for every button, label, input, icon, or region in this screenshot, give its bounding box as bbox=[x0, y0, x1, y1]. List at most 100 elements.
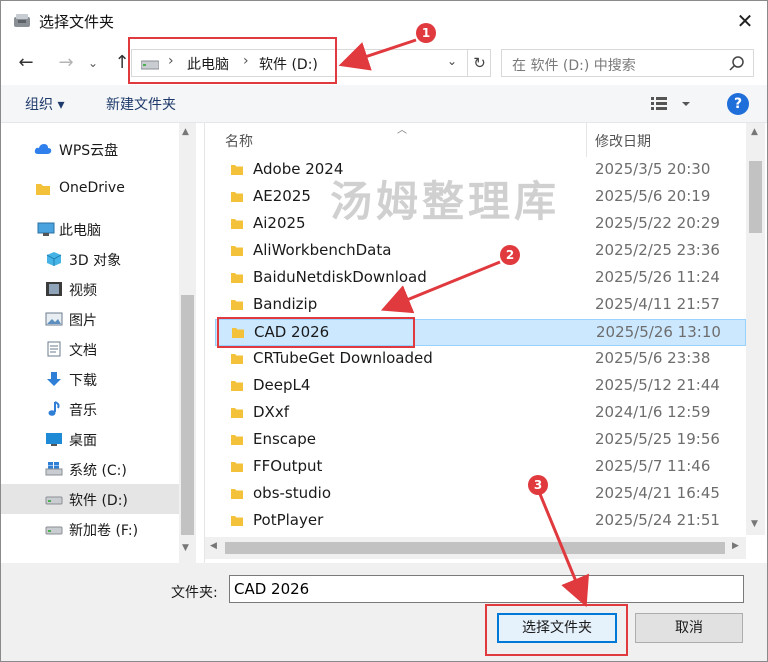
sidebar-item-documents[interactable]: 文档 bbox=[1, 334, 179, 364]
scroll-down-icon[interactable]: ▼ bbox=[182, 543, 189, 553]
file-date: 2025/5/7 11:46 bbox=[595, 457, 711, 475]
file-name: DeepL4 bbox=[253, 376, 311, 394]
file-name: BaiduNetdiskDownload bbox=[253, 268, 427, 286]
scroll-left-icon[interactable]: ◀ bbox=[210, 541, 217, 551]
file-row[interactable]: Enscape 2025/5/25 19:56 bbox=[215, 427, 746, 454]
sidebar-item-onedrive[interactable]: OneDrive bbox=[1, 174, 179, 204]
folder-name-input[interactable] bbox=[229, 575, 744, 603]
computer-icon bbox=[37, 222, 55, 236]
scroll-up-icon[interactable]: ▲ bbox=[751, 127, 758, 137]
file-row[interactable]: obs-studio 2025/4/21 16:45 bbox=[215, 481, 746, 508]
sidebar-item-label: 此电脑 bbox=[59, 223, 101, 239]
annotation-box-selected-folder bbox=[217, 317, 415, 348]
download-icon bbox=[47, 372, 61, 386]
scroll-down-icon[interactable]: ▼ bbox=[751, 519, 758, 529]
drive-icon bbox=[45, 496, 63, 505]
sidebar-item-3d-objects[interactable]: 3D 对象 bbox=[1, 244, 179, 274]
toolbar: 组织 ▾ 新建文件夹 ? bbox=[1, 85, 767, 123]
scroll-up-icon[interactable]: ▲ bbox=[182, 127, 189, 137]
sidebar-item-label: 3D 对象 bbox=[69, 253, 122, 269]
sidebar-item-pictures[interactable]: 图片 bbox=[1, 304, 179, 334]
column-date-header[interactable]: 修改日期 bbox=[595, 131, 651, 151]
file-name: PotPlayer bbox=[253, 511, 324, 529]
desktop-icon bbox=[46, 433, 62, 446]
dialog-footer: 文件夹: 选择文件夹 取消 bbox=[1, 563, 767, 661]
file-name: obs-studio bbox=[253, 484, 331, 502]
sort-up-icon: ︿ bbox=[397, 125, 407, 136]
file-name: Enscape bbox=[253, 430, 316, 448]
document-icon bbox=[47, 341, 61, 357]
close-button[interactable]: ✕ bbox=[729, 7, 761, 35]
file-row[interactable]: FFOutput 2025/5/7 11:46 bbox=[215, 454, 746, 481]
cube-icon bbox=[46, 252, 62, 266]
windows-drive-icon bbox=[45, 462, 63, 476]
sidebar-item-this-pc[interactable]: 此电脑 bbox=[1, 214, 179, 244]
sidebar-item-label: 系统 (C:) bbox=[69, 463, 127, 479]
sidebar-item-desktop[interactable]: 桌面 bbox=[1, 424, 179, 454]
file-date: 2025/3/5 20:30 bbox=[595, 160, 711, 178]
folder-icon bbox=[231, 489, 243, 499]
back-button[interactable]: ← bbox=[13, 49, 39, 77]
file-row[interactable]: DXxf 2024/1/6 12:59 bbox=[215, 400, 746, 427]
sidebar-item-drive-f[interactable]: 新加卷 (F:) bbox=[1, 514, 179, 544]
file-date: 2025/5/22 20:29 bbox=[595, 214, 720, 232]
column-divider[interactable] bbox=[586, 123, 587, 157]
file-date: 2025/5/24 21:51 bbox=[595, 511, 720, 529]
new-folder-button[interactable]: 新建文件夹 bbox=[106, 94, 176, 114]
file-date: 2025/5/26 11:24 bbox=[595, 268, 720, 286]
title-bar: 选择文件夹 ✕ bbox=[1, 1, 767, 41]
file-row[interactable]: Bandizip 2025/4/11 21:57 bbox=[215, 292, 746, 319]
folder-icon bbox=[231, 300, 243, 310]
scrollbar-thumb[interactable] bbox=[181, 295, 194, 535]
file-row[interactable]: CRTubeGet Downloaded 2025/5/6 23:38 bbox=[215, 346, 746, 373]
video-icon bbox=[46, 282, 62, 296]
sidebar-item-label: 文档 bbox=[69, 343, 97, 359]
file-row[interactable]: PotPlayer 2025/5/24 21:51 bbox=[215, 508, 746, 535]
file-date: 2025/4/11 21:57 bbox=[595, 295, 720, 313]
file-name: Ai2025 bbox=[253, 214, 306, 232]
sidebar-item-music[interactable]: 音乐 bbox=[1, 394, 179, 424]
help-button[interactable]: ? bbox=[727, 93, 749, 115]
column-name-header[interactable]: 名称 bbox=[225, 131, 253, 151]
organize-button[interactable]: 组织 ▾ bbox=[25, 94, 64, 114]
sidebar-item-label: 视频 bbox=[69, 283, 97, 299]
file-list-vertical-scrollbar[interactable]: ▲ ▼ bbox=[746, 123, 765, 535]
file-list-horizontal-scrollbar[interactable]: ◀ ▶ bbox=[205, 537, 746, 559]
folder-icon bbox=[231, 381, 243, 391]
file-date: 2025/5/6 20:19 bbox=[595, 187, 711, 205]
folder-icon bbox=[231, 516, 243, 526]
folder-icon bbox=[231, 219, 243, 229]
sidebar-item-wps-cloud[interactable]: WPS云盘 bbox=[1, 134, 179, 164]
file-name: FFOutput bbox=[253, 457, 323, 475]
window-title: 选择文件夹 bbox=[39, 13, 115, 31]
sidebar-item-label: 新加卷 (F:) bbox=[69, 523, 139, 539]
sidebar-item-downloads[interactable]: 下载 bbox=[1, 364, 179, 394]
column-header: ︿ 名称 修改日期 bbox=[205, 123, 745, 157]
scrollbar-thumb[interactable] bbox=[749, 161, 762, 233]
scrollbar-thumb[interactable] bbox=[225, 542, 725, 554]
sidebar-item-drive-c[interactable]: 系统 (C:) bbox=[1, 454, 179, 484]
folder-field-label: 文件夹: bbox=[171, 585, 218, 601]
sidebar-scrollbar[interactable]: ▲ ▼ bbox=[179, 123, 196, 563]
file-row[interactable]: DeepL4 2025/5/12 21:44 bbox=[215, 373, 746, 400]
sidebar-item-drive-d[interactable]: 软件 (D:) bbox=[1, 484, 179, 514]
watermark: 汤姆整理库 bbox=[330, 177, 561, 226]
file-row[interactable]: AliWorkbenchData 2025/2/25 23:36 bbox=[215, 238, 746, 265]
sidebar-item-label: 图片 bbox=[69, 313, 97, 329]
sidebar-item-label: 软件 (D:) bbox=[69, 493, 128, 509]
sidebar-item-label: WPS云盘 bbox=[59, 143, 119, 159]
forward-button[interactable]: → bbox=[53, 49, 79, 77]
cancel-button[interactable]: 取消 bbox=[635, 613, 743, 643]
file-date: 2025/5/26 13:10 bbox=[596, 323, 721, 341]
search-input[interactable]: 在 软件 (D:) 中搜索 bbox=[501, 49, 754, 77]
address-dropdown-icon[interactable]: ⌄ bbox=[447, 54, 457, 68]
file-row[interactable]: BaiduNetdiskDownload 2025/5/26 11:24 bbox=[215, 265, 746, 292]
recent-locations-button[interactable]: ⌄ bbox=[83, 49, 103, 77]
search-icon[interactable] bbox=[728, 55, 746, 73]
refresh-button[interactable]: ↻ bbox=[467, 50, 491, 76]
scroll-right-icon[interactable]: ▶ bbox=[732, 541, 739, 551]
view-options-icon[interactable] bbox=[651, 96, 691, 112]
folder-icon bbox=[231, 435, 243, 445]
file-date: 2025/5/25 19:56 bbox=[595, 430, 720, 448]
sidebar-item-videos[interactable]: 视频 bbox=[1, 274, 179, 304]
